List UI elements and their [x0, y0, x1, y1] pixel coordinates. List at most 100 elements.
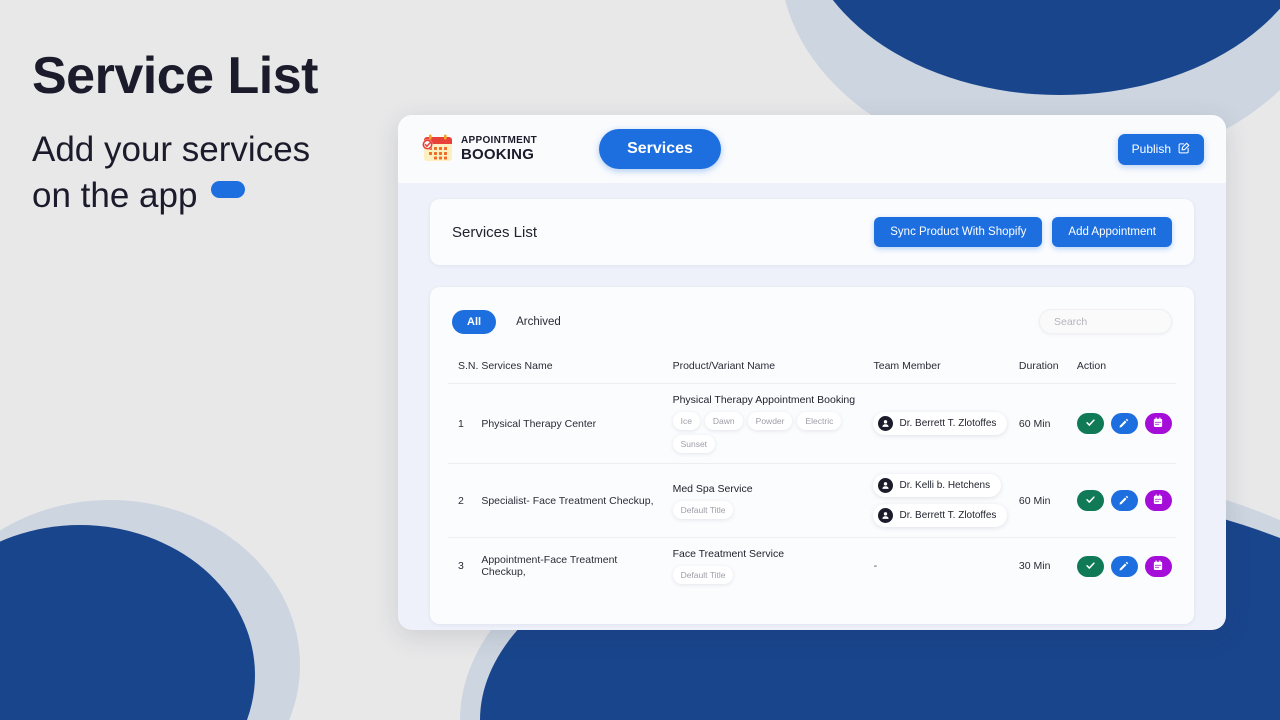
- product-title: Face Treatment Service: [672, 548, 785, 560]
- column-header-team-member: Team Member: [873, 360, 941, 372]
- variant-tag-list: Default Title: [672, 566, 874, 584]
- app-window: APPOINTMENT BOOKING Services Publish Ser…: [398, 115, 1226, 630]
- cell-product: Physical Therapy Appointment Booking Ice D…: [672, 383, 874, 464]
- edit-button[interactable]: [1110, 413, 1138, 434]
- cell-service-name: Specialist- Face Treatment Checkup,: [481, 463, 673, 538]
- team-member-list: -: [873, 560, 1018, 572]
- cell-team: -: [873, 537, 1019, 594]
- sync-product-with-shopify-button[interactable]: Sync Product With Shopify: [874, 217, 1043, 247]
- hero-text-block: Service List Add your services on the ap…: [32, 47, 392, 218]
- avatar: [878, 416, 894, 431]
- variant-tag: Electric: [797, 412, 842, 430]
- cell-actions: [1076, 463, 1176, 538]
- variant-tag: Default Title: [672, 566, 734, 584]
- hero-subtitle: Add your services on the app: [32, 127, 392, 218]
- cell-service-name: Physical Therapy Center: [481, 383, 673, 464]
- product-title: Med Spa Service: [672, 482, 753, 495]
- variant-tag: Sunset: [672, 435, 716, 453]
- edit-button[interactable]: [1110, 490, 1138, 511]
- variant-tag: Ice: [672, 412, 700, 430]
- hero-subtitle-line1: Add your services: [32, 130, 311, 170]
- cell-sn: 1: [448, 383, 482, 464]
- publish-button[interactable]: Publish: [1117, 133, 1204, 165]
- column-header-duration: Duration: [1018, 360, 1059, 372]
- table-row: 2 Specialist- Face Treatment Checkup, Med …: [448, 463, 1176, 538]
- variant-tag: Default Title: [672, 500, 734, 519]
- calendar-button[interactable]: [1144, 490, 1172, 511]
- edit-square-icon: [1178, 142, 1190, 157]
- cell-sn: 2: [448, 463, 482, 538]
- check-icon: [1085, 493, 1096, 508]
- approve-button[interactable]: [1076, 555, 1104, 577]
- search-input[interactable]: [1039, 309, 1172, 334]
- app-logo: APPOINTMENT BOOKING: [420, 134, 537, 164]
- team-member-pill[interactable]: Dr. Berrett T. Zlotoffes: [873, 504, 1008, 527]
- cell-actions: [1076, 537, 1176, 594]
- calendar-button[interactable]: [1144, 413, 1172, 434]
- calendar-icon: [1153, 559, 1163, 574]
- variant-tag: Dawn: [704, 412, 743, 430]
- team-member-name: Dr. Kelli b. Hetchens: [899, 480, 991, 491]
- services-list-title: Services List: [452, 223, 538, 241]
- cell-product: Face Treatment Service Default Title: [672, 537, 874, 594]
- accent-pill: [211, 180, 246, 198]
- avatar: [878, 478, 894, 493]
- add-appointment-button[interactable]: Add Appointment: [1052, 217, 1172, 247]
- logo-wordmark: APPOINTMENT BOOKING: [461, 135, 538, 163]
- table-body: 1 Physical Therapy Center Physical Therapy…: [448, 383, 1176, 594]
- pencil-icon: [1119, 493, 1129, 508]
- cell-product: Med Spa Service Default Title: [672, 463, 874, 538]
- product-title: Physical Therapy Appointment Booking: [672, 394, 856, 406]
- team-member-name: Dr. Berrett T. Zlotoffes: [899, 418, 997, 429]
- publish-label: Publish: [1131, 142, 1171, 156]
- check-icon: [1085, 416, 1096, 431]
- team-member-list: Dr. Berrett T. Zlotoffes: [873, 412, 1018, 435]
- column-header-services-name: Services Name: [481, 360, 553, 372]
- column-header-action: Action: [1076, 360, 1107, 372]
- calendar-icon: [420, 134, 454, 164]
- edit-button[interactable]: [1110, 555, 1138, 577]
- logo-line-1: APPOINTMENT: [461, 135, 538, 146]
- row-action-buttons: [1076, 555, 1176, 577]
- calendar-icon: [1153, 493, 1163, 508]
- cell-duration: 60 Min: [1018, 463, 1077, 538]
- filter-bar: All Archived: [448, 309, 1176, 334]
- team-member-pill[interactable]: Dr. Berrett T. Zlotoffes: [873, 412, 1008, 435]
- column-header-sn: S.N.: [458, 360, 479, 372]
- pencil-icon: [1119, 416, 1129, 431]
- filter-tab-all[interactable]: All: [452, 309, 497, 334]
- logo-line-2: BOOKING: [461, 146, 535, 163]
- cell-duration: 60 Min: [1018, 383, 1077, 464]
- cell-duration: 30 Min: [1018, 537, 1077, 594]
- variant-tag: Powder: [747, 412, 793, 430]
- page-title: Service List: [32, 47, 318, 105]
- app-topbar: APPOINTMENT BOOKING Services Publish: [398, 115, 1226, 183]
- calendar-icon: [1153, 416, 1163, 431]
- cell-sn: 3: [448, 537, 482, 594]
- tab-services[interactable]: Services: [599, 129, 721, 169]
- avatar: [878, 508, 894, 523]
- cell-team: Dr. Berrett T. Zlotoffes: [873, 383, 1019, 464]
- table-head: S.N. Services Name Product/Variant Name …: [448, 360, 1176, 384]
- header-actions: Sync Product With Shopify Add Appointmen…: [874, 217, 1172, 247]
- cell-service-name: Appointment-Face Treatment Checkup,: [481, 537, 673, 594]
- approve-button[interactable]: [1076, 413, 1104, 434]
- hero-subtitle-line2: on the app: [32, 175, 198, 215]
- services-list-header-card: Services List Sync Product With Shopify …: [430, 199, 1194, 265]
- team-member-pill[interactable]: Dr. Kelli b. Hetchens: [873, 474, 1002, 497]
- app-body: Services List Sync Product With Shopify …: [398, 183, 1226, 630]
- pencil-icon: [1119, 559, 1129, 574]
- services-table-card: All Archived S.N. Services Name Product/…: [430, 287, 1194, 624]
- table-row: 3 Appointment-Face Treatment Checkup, Face…: [448, 537, 1176, 594]
- team-member-name: Dr. Berrett T. Zlotoffes: [899, 510, 997, 521]
- variant-tag-list: Ice Dawn Powder Electric Sunset: [672, 412, 874, 453]
- column-header-product: Product/Variant Name: [672, 360, 776, 372]
- calendar-button[interactable]: [1144, 555, 1172, 577]
- filter-tab-archived[interactable]: Archived: [516, 316, 561, 328]
- row-action-buttons: [1076, 413, 1176, 434]
- table-header-row: S.N. Services Name Product/Variant Name …: [448, 360, 1176, 384]
- check-icon: [1085, 559, 1096, 574]
- approve-button[interactable]: [1076, 490, 1104, 511]
- table-row: 1 Physical Therapy Center Physical Therapy…: [448, 383, 1176, 464]
- cell-actions: [1076, 383, 1176, 464]
